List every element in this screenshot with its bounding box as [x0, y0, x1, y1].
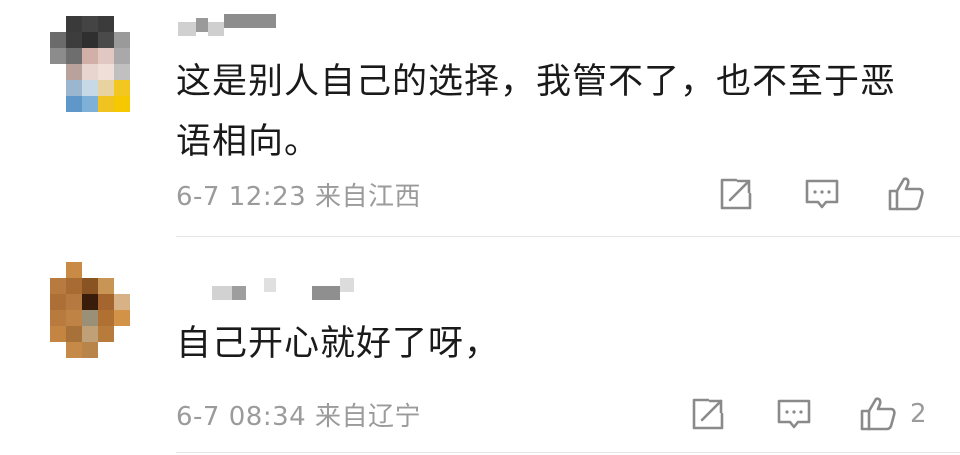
comment-icon [805, 179, 839, 209]
reply-button[interactable] [802, 174, 842, 214]
location: 来自辽宁 [314, 402, 421, 432]
comment-text-line: 语相向。 [176, 122, 321, 162]
timestamp: 6-7 08:34 [176, 402, 307, 432]
comment-text-line: 这是别人自己的选择，我管不了，也不至于恶 [176, 62, 897, 102]
comment-item: 这是别人自己的选择，我管不了，也不至于恶 语相向。 6-7 12:23 来自江西 [0, 0, 960, 238]
location: 来自江西 [314, 182, 421, 212]
avatar[interactable] [50, 16, 146, 112]
comment-text: 自己开心就好了呀， [176, 314, 946, 374]
comment-text: 这是别人自己的选择，我管不了，也不至于恶 语相向。 [176, 52, 946, 172]
username-pixelated[interactable] [178, 14, 276, 36]
share-icon [692, 398, 724, 430]
share-button[interactable] [688, 394, 728, 434]
timestamp: 6-7 12:23 [176, 182, 307, 212]
comment-item: 自己开心就好了呀， 6-7 08:34 来自辽宁 2 [0, 238, 960, 455]
thumbs-up-icon [860, 397, 896, 431]
thumbs-up-icon [888, 177, 924, 211]
share-button[interactable] [716, 174, 756, 214]
like-button[interactable] [886, 174, 938, 214]
divider [176, 452, 960, 453]
avatar[interactable] [50, 262, 146, 358]
like-count: 2 [910, 399, 927, 429]
comment-meta: 6-7 08:34 来自辽宁 [176, 396, 421, 433]
action-bar: 2 [688, 394, 927, 434]
username-pixelated[interactable] [212, 278, 354, 300]
reply-button[interactable] [774, 394, 814, 434]
comment-text-line: 自己开心就好了呀， [176, 324, 501, 364]
comment-meta: 6-7 12:23 来自江西 [176, 176, 421, 213]
divider [176, 236, 960, 237]
comment-icon [777, 399, 811, 429]
action-bar [716, 174, 938, 214]
share-icon [720, 178, 752, 210]
like-button[interactable]: 2 [858, 394, 927, 434]
